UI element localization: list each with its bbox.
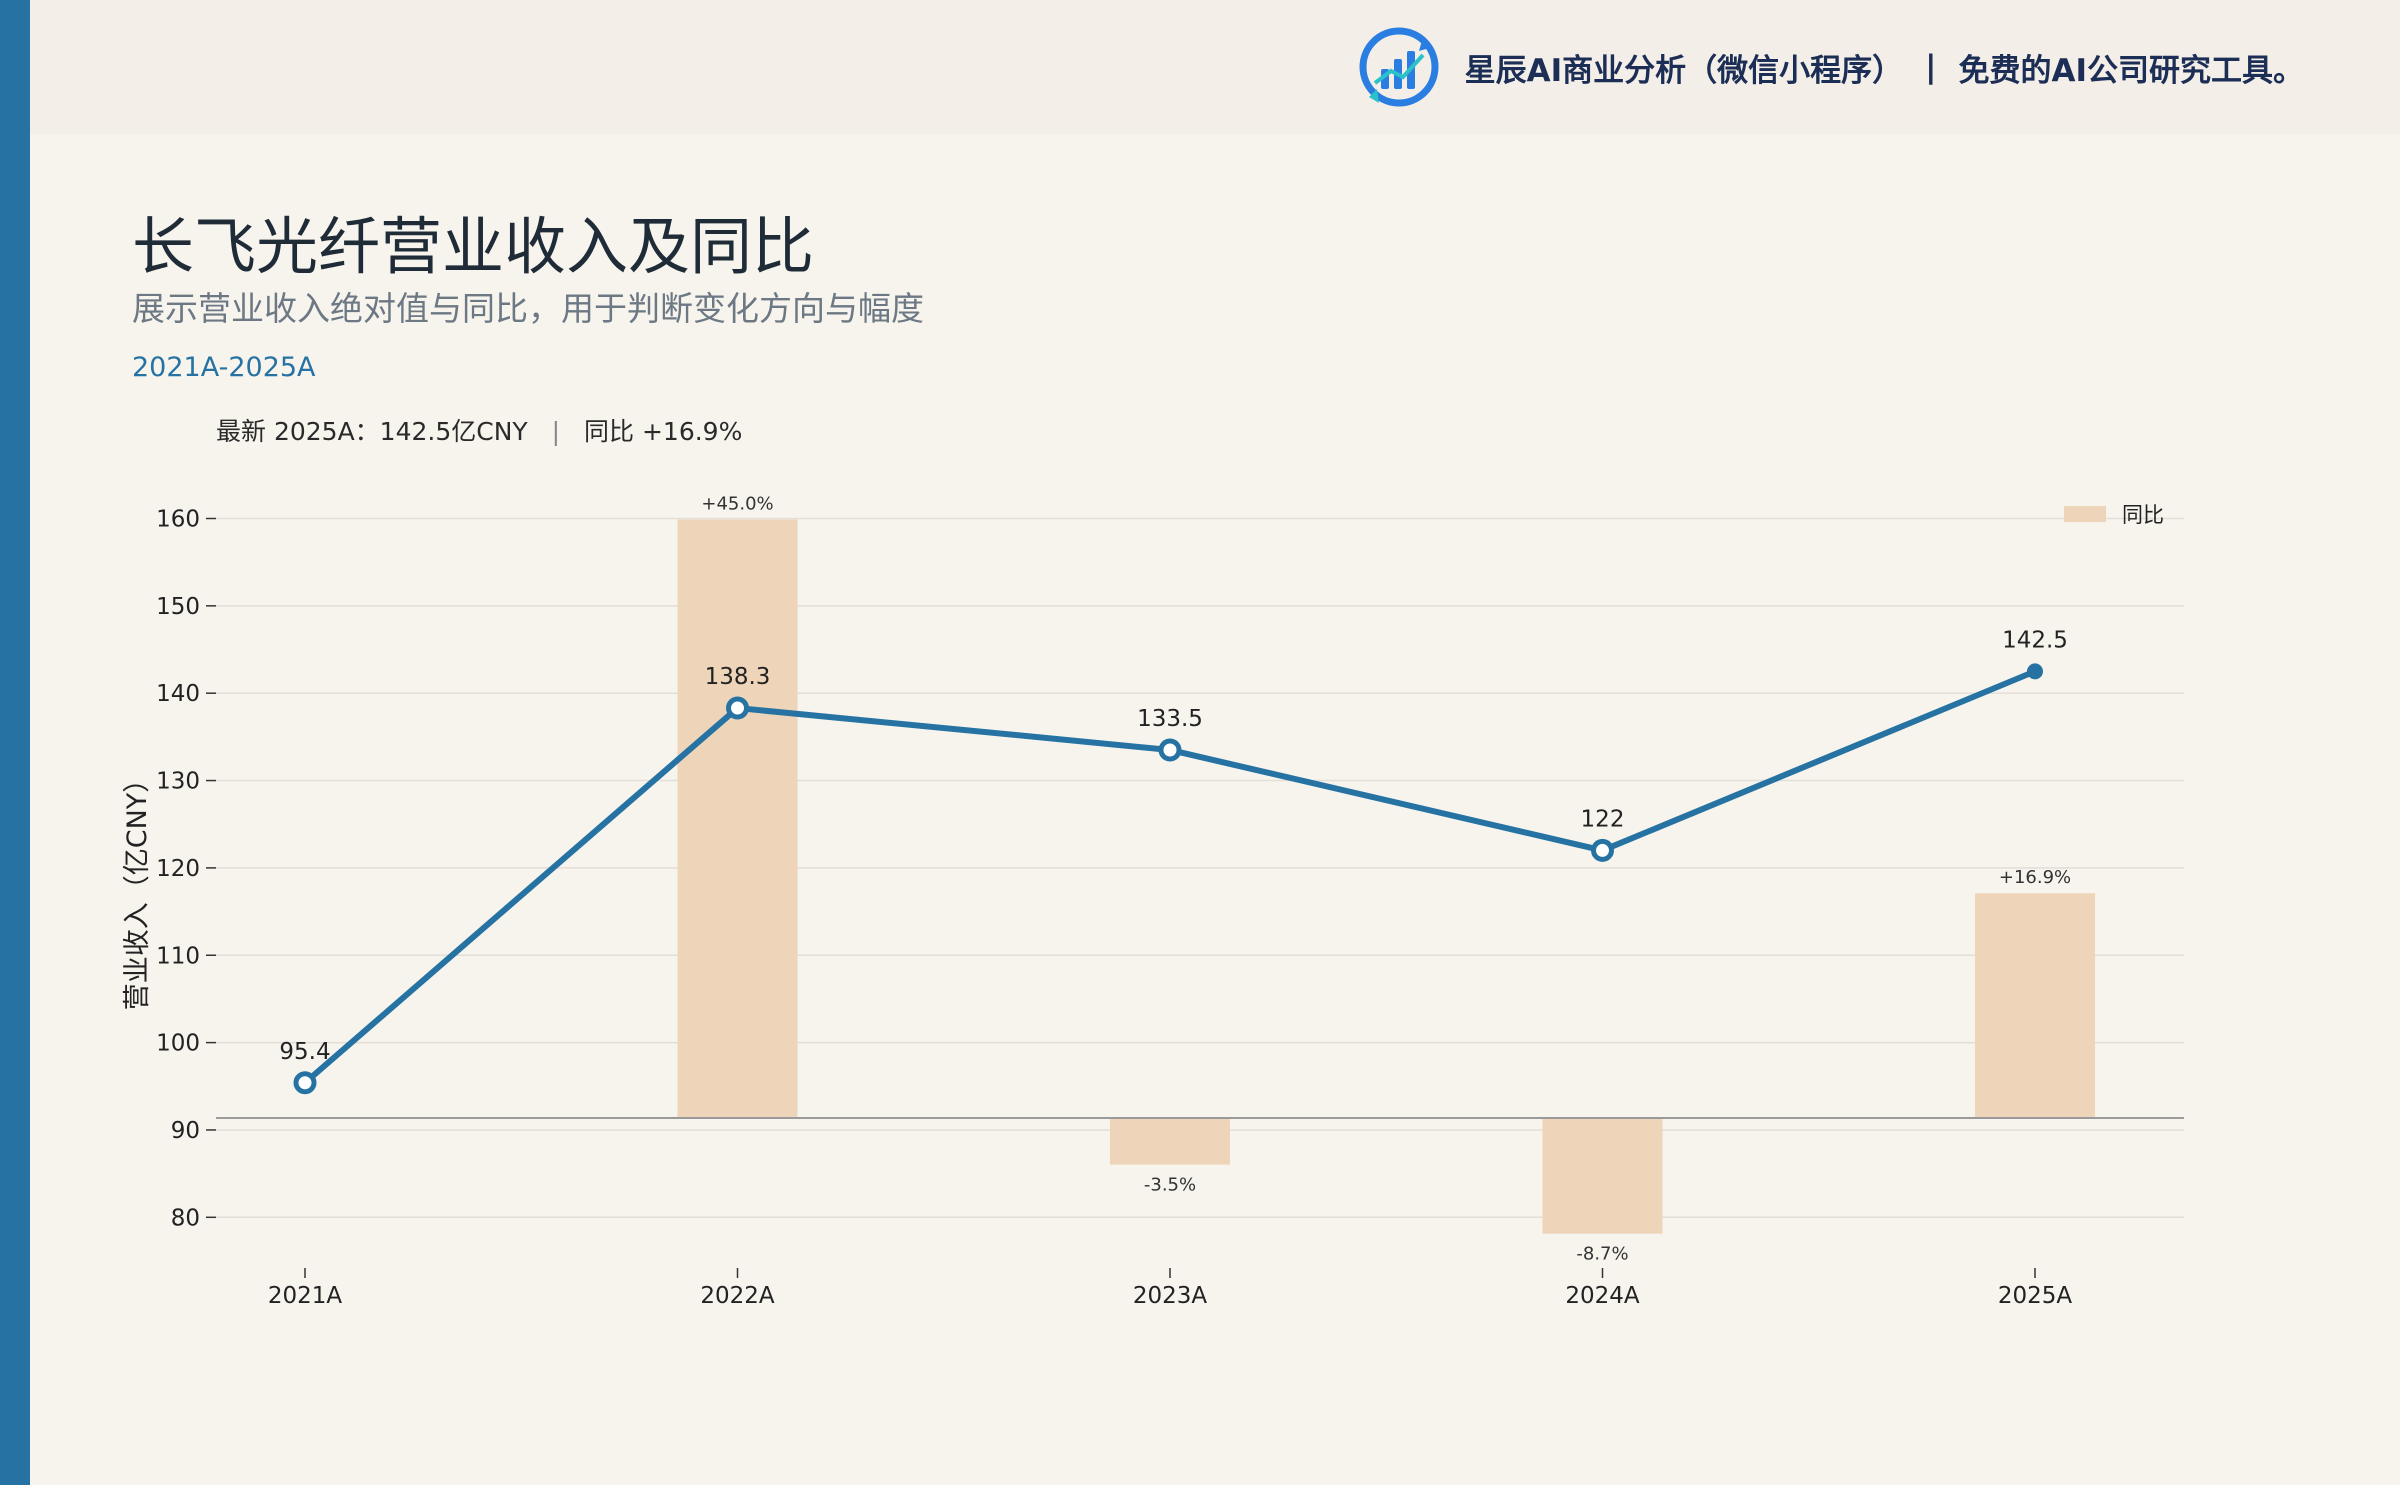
revenue-value-label: 95.4 bbox=[279, 1039, 330, 1065]
y-tick-label: 80 bbox=[171, 1205, 200, 1231]
y-tick-label: 140 bbox=[156, 681, 200, 707]
revenue-point bbox=[1158, 738, 1182, 762]
x-tick-label: 2022A bbox=[700, 1283, 775, 1309]
y-tick-label: 120 bbox=[156, 856, 200, 882]
y-tick-label: 130 bbox=[156, 769, 200, 795]
yoy-bar bbox=[1542, 1118, 1663, 1234]
grid-lines bbox=[216, 517, 2184, 1219]
yoy-bar bbox=[1975, 893, 2095, 1118]
revenue-line-path bbox=[303, 668, 2037, 1086]
y-tick-label: 100 bbox=[156, 1031, 200, 1057]
revenue-value-label: 133.5 bbox=[1137, 706, 1203, 732]
yoy-bar-label: +45.0% bbox=[701, 494, 773, 515]
yoy-bar-label: -3.5% bbox=[1144, 1175, 1196, 1196]
revenue-value-label: 122 bbox=[1581, 806, 1625, 832]
revenue-point bbox=[293, 1071, 317, 1095]
y-tick-label: 90 bbox=[171, 1118, 200, 1144]
legend-label: 同比 bbox=[2122, 503, 2164, 527]
x-tick-label: 2023A bbox=[1133, 1283, 1208, 1309]
revenue-point bbox=[2027, 663, 2043, 680]
y-tick-label: 110 bbox=[156, 943, 200, 969]
legend: 同比 bbox=[2064, 503, 2164, 527]
legend-swatch bbox=[2064, 506, 2106, 522]
revenue-chart: 80 90 100 110 120 130 140 150 160 营业收入（亿CNY） 2021A… bbox=[122, 494, 2184, 1309]
revenue-value-label: 142.5 bbox=[2002, 627, 2068, 653]
revenue-value-label: 138.3 bbox=[705, 664, 771, 690]
revenue-point bbox=[1591, 838, 1614, 862]
y-tick-label: 160 bbox=[156, 507, 200, 533]
x-tick-label: 2021A bbox=[268, 1283, 343, 1309]
x-tick-label: 2024A bbox=[1565, 1283, 1640, 1309]
yoy-bar bbox=[677, 519, 798, 1118]
yoy-bar bbox=[1110, 1118, 1230, 1165]
yoy-bars bbox=[677, 519, 2095, 1234]
yoy-bar-label: -8.7% bbox=[1576, 1244, 1628, 1265]
x-tick-label: 2025A bbox=[1998, 1283, 2073, 1309]
y-axis-label: 营业收入（亿CNY） bbox=[122, 766, 153, 1011]
revenue-point bbox=[726, 696, 749, 720]
y-tick-label: 150 bbox=[156, 594, 200, 620]
yoy-bar-label: +16.9% bbox=[1999, 867, 2071, 888]
